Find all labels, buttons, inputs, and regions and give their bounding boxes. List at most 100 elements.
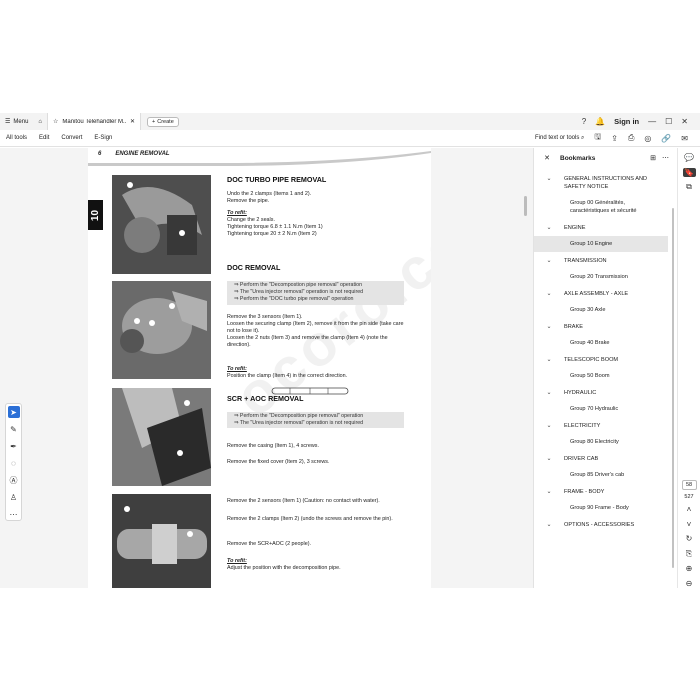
minimize-icon[interactable]: — bbox=[648, 117, 656, 126]
bookmark-child[interactable]: Group 00 Généralités, caractéristiques e… bbox=[534, 195, 668, 219]
create-button[interactable]: + Create bbox=[147, 116, 179, 127]
bookmark-list: ⌄ GENERAL INSTRUCTIONS AND SAFETY NOTICE G… bbox=[534, 170, 668, 533]
bookmark-parent-label: BRAKE bbox=[564, 324, 583, 330]
comments-panel-icon[interactable]: 💬 bbox=[683, 153, 696, 163]
bookmark-parent[interactable]: ⌄ OPTIONS - ACCESSORIES bbox=[534, 516, 668, 533]
bookmark-parent-label: HYDRAULIC bbox=[564, 390, 597, 396]
notifications-icon[interactable]: 🔔 bbox=[595, 117, 605, 126]
expand-chevron-icon[interactable]: ⌄ bbox=[534, 224, 564, 232]
bookmarks-scroll-thumb[interactable] bbox=[672, 208, 674, 568]
expand-chevron-icon[interactable]: ⌄ bbox=[534, 323, 564, 331]
edit-link[interactable]: Edit bbox=[33, 135, 55, 141]
text-box-icon[interactable]: Ⓐ bbox=[8, 474, 20, 486]
comment-icon[interactable]: ✎ bbox=[8, 423, 20, 435]
document-tab[interactable]: ☆ Manitou Telehandler M... ✕ bbox=[47, 113, 142, 130]
bookmark-child[interactable]: Group 80 Electricity bbox=[534, 434, 668, 450]
email-icon[interactable]: ✉ bbox=[681, 134, 688, 143]
close-window-icon[interactable]: ✕ bbox=[681, 117, 688, 126]
current-page-input[interactable]: 58 bbox=[681, 480, 697, 490]
quick-tools-strip: ➤ ✎ ✒ ◌ Ⓐ ♙ ⋯ bbox=[5, 403, 22, 521]
bookmark-child[interactable]: Group 85 Driver's cab bbox=[534, 467, 668, 483]
bookmark-child-label: Group 30 Axle bbox=[570, 307, 606, 313]
section-body-scr-aoc-2: Remove the fixed cover (Item 2), 3 screw… bbox=[227, 459, 330, 465]
bookmark-parent[interactable]: ⌄ AXLE ASSEMBLY - AXLE bbox=[534, 285, 668, 302]
pdf-page: 6 ENGINE REMOVAL 10 ocoro.com DOC TURBO … bbox=[88, 148, 431, 588]
expand-chevron-icon[interactable]: ⌄ bbox=[534, 455, 564, 463]
expand-chevron-icon[interactable]: ⌄ bbox=[534, 389, 564, 397]
bookmark-parent[interactable]: ⌄ DRIVER CAB bbox=[534, 450, 668, 467]
select-cursor-icon[interactable]: ➤ bbox=[7, 406, 20, 418]
search-icon: ⌕ bbox=[581, 134, 585, 141]
lasso-icon[interactable]: ◌ bbox=[8, 457, 20, 469]
document-viewer[interactable]: 6 ENGINE REMOVAL 10 ocoro.com DOC TURBO … bbox=[0, 148, 533, 588]
expand-chevron-icon[interactable]: ⌄ bbox=[534, 521, 564, 529]
sign-in-button[interactable]: Sign in bbox=[614, 117, 639, 126]
bookmark-parent[interactable]: ⌄ GENERAL INSTRUCTIONS AND SAFETY NOTICE bbox=[534, 170, 668, 195]
expand-chevron-icon[interactable]: ⌄ bbox=[534, 422, 564, 430]
expand-chevron-icon[interactable]: ⌄ bbox=[534, 257, 564, 265]
home-button[interactable]: ⌂ bbox=[33, 113, 47, 130]
convert-link[interactable]: Convert bbox=[55, 135, 88, 141]
zoom-out-icon[interactable]: ⊖ bbox=[683, 578, 696, 588]
bookmark-child-label: Group 00 Généralités, caractéristiques e… bbox=[570, 200, 637, 214]
find-text-link[interactable]: Find text or tools ⌕ bbox=[535, 135, 584, 142]
bookmark-child[interactable]: Group 30 Axle bbox=[534, 302, 668, 318]
photo-doc bbox=[112, 281, 211, 379]
help-icon[interactable]: ? bbox=[582, 117, 586, 126]
all-tools-link[interactable]: All tools bbox=[0, 135, 33, 141]
save-icon[interactable]: 🖫 bbox=[594, 131, 601, 145]
bookmark-parent[interactable]: ⌄ ENGINE bbox=[534, 219, 668, 236]
link-icon[interactable]: 🔗 bbox=[661, 134, 671, 143]
print-icon[interactable]: ⎙ bbox=[628, 133, 634, 143]
stamp-icon[interactable]: ♙ bbox=[8, 491, 20, 503]
zoom-in-icon[interactable]: ⊕ bbox=[683, 564, 696, 574]
bookmark-child-label: Group 70 Hydraulic bbox=[570, 406, 619, 412]
panel-more-icon[interactable]: ⋯ bbox=[662, 154, 669, 162]
close-panel-icon[interactable]: ✕ bbox=[534, 154, 560, 162]
page-save-icon[interactable]: ⎘ bbox=[683, 549, 696, 559]
step-remove-scr: Remove the SCR+AOC (2 people). bbox=[227, 541, 312, 547]
document-scroll-thumb[interactable] bbox=[524, 196, 527, 216]
document-scrollbar[interactable] bbox=[522, 148, 529, 588]
bookmark-parent[interactable]: ⌄ HYDRAULIC bbox=[534, 384, 668, 401]
close-tab-icon[interactable]: ✕ bbox=[130, 118, 135, 125]
esign-link[interactable]: E-Sign bbox=[88, 135, 118, 141]
expand-chevron-icon[interactable]: ⌄ bbox=[534, 290, 564, 298]
step-remove-sensors: Remove the 2 sensors (Item 1) (Caution: … bbox=[227, 498, 380, 504]
bookmark-parent-label: TRANSMISSION bbox=[564, 258, 607, 264]
bookmark-parent[interactable]: ⌄ FRAME - BODY bbox=[534, 483, 668, 500]
bookmark-parent[interactable]: ⌄ BRAKE bbox=[534, 318, 668, 335]
chevron-down-icon[interactable]: ˅ bbox=[683, 519, 696, 529]
bookmark-parent[interactable]: ⌄ TELESCOPIC BOOM bbox=[534, 351, 668, 368]
expand-chevron-icon[interactable]: ⌄ bbox=[534, 175, 564, 183]
bookmark-child[interactable]: Group 10 Engine bbox=[534, 236, 668, 252]
bookmarks-panel: ✕ Bookmarks ⊞ ⋯ ⌄ GENERAL INSTRUCTIONS AN… bbox=[533, 148, 676, 588]
more-tools-icon[interactable]: ⋯ bbox=[8, 508, 20, 520]
upload-icon[interactable]: ⇪ bbox=[611, 134, 618, 143]
top-toolbar: All tools Edit Convert E-Sign Find text … bbox=[0, 130, 700, 147]
bookmark-child[interactable]: Group 40 Brake bbox=[534, 335, 668, 351]
bookmarks-panel-icon[interactable]: 🔖 bbox=[682, 167, 696, 178]
maximize-icon[interactable]: ☐ bbox=[665, 117, 672, 126]
expand-chevron-icon[interactable]: ⌄ bbox=[534, 356, 564, 364]
new-bookmark-icon[interactable]: ⊞ bbox=[650, 154, 656, 162]
bookmarks-scrollbar[interactable] bbox=[671, 168, 675, 588]
bookmark-parent[interactable]: ⌄ ELECTRICITY bbox=[534, 417, 668, 434]
bookmarks-header: ✕ Bookmarks ⊞ ⋯ bbox=[534, 148, 677, 168]
bookmark-child[interactable]: Group 50 Boom bbox=[534, 368, 668, 384]
expand-chevron-icon[interactable]: ⌄ bbox=[534, 488, 564, 496]
bookmark-child[interactable]: Group 90 Frame - Body bbox=[534, 500, 668, 516]
rotate-icon[interactable]: ↻ bbox=[683, 534, 696, 544]
menu-button[interactable]: ☰ Menu bbox=[0, 113, 33, 130]
pen-icon[interactable]: ✒ bbox=[8, 440, 20, 452]
bookmark-parent-label: ENGINE bbox=[564, 225, 586, 231]
bookmark-parent[interactable]: ⌄ TRANSMISSION bbox=[534, 252, 668, 269]
bookmark-child[interactable]: Group 70 Hydraulic bbox=[534, 401, 668, 417]
pages-panel-icon[interactable]: ⧉ bbox=[683, 182, 696, 192]
bookmark-child-label: Group 40 Brake bbox=[570, 340, 610, 346]
section-body-doc-removal: Remove the 3 sensors (Item 1). Loosen th… bbox=[227, 314, 404, 349]
star-icon[interactable]: ☆ bbox=[53, 118, 58, 125]
bookmark-child[interactable]: Group 20 Transmission bbox=[534, 269, 668, 285]
chevron-up-icon[interactable]: ˄ bbox=[683, 505, 696, 515]
ai-assistant-icon[interactable]: ◎ bbox=[644, 134, 651, 143]
